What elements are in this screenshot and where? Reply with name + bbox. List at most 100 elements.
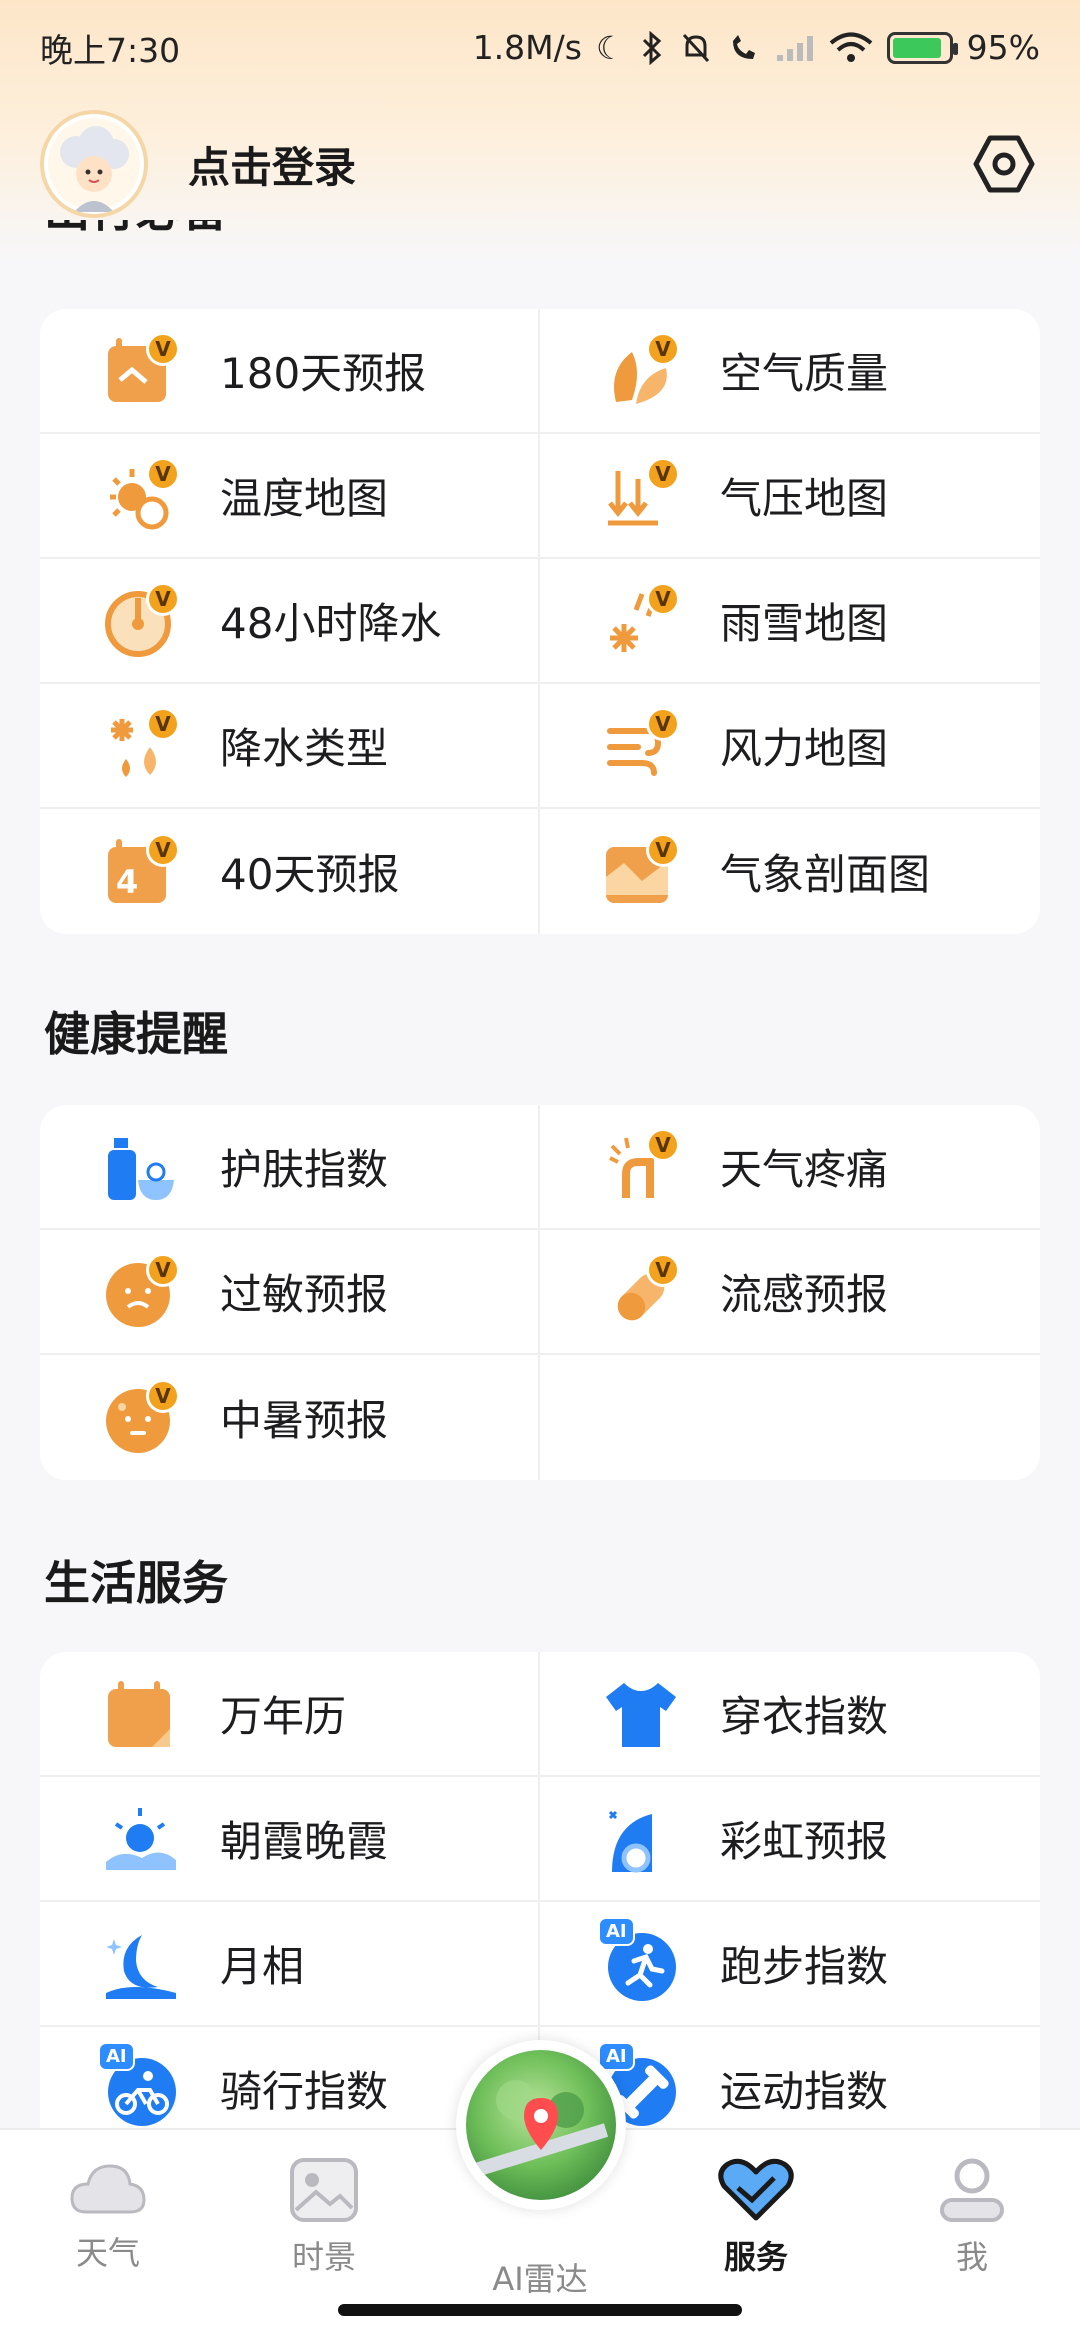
joint-pain-icon: V (602, 1127, 680, 1206)
item-label: 彩虹预报 (720, 1817, 889, 1866)
item-label: 48小时降水 (220, 599, 442, 648)
pressure-map-icon: V (602, 456, 680, 535)
calendar-180-icon: V (102, 331, 180, 410)
precipitation-type-icon: V (102, 706, 180, 785)
item-label: 温度地图 (220, 474, 389, 523)
service-item-calendar[interactable]: 万年历 (40, 1652, 540, 1777)
nav-weather[interactable]: 天气 (28, 2156, 188, 2274)
status-time: 晚上7:30 (40, 30, 181, 70)
item-label: 40天预报 (220, 850, 400, 899)
rain-snow-map-icon: V (602, 581, 680, 660)
service-item-48h-precipitation[interactable]: V 48小时降水 (40, 559, 540, 684)
service-item-180-forecast[interactable]: V 180天预报 (40, 309, 540, 434)
calendar-icon (102, 1675, 180, 1753)
item-label: 朝霞晚霞 (220, 1817, 389, 1866)
nav-label: AI雷达 (492, 2260, 588, 2298)
heatstroke-icon: V (102, 1378, 180, 1457)
item-label: 天气疼痛 (720, 1145, 889, 1194)
skincare-icon (102, 1128, 180, 1206)
moon-icon: ☾ (595, 28, 625, 67)
item-label: 降水类型 (220, 724, 389, 773)
vip-badge: V (646, 1252, 680, 1287)
health-card: 护肤指数 V 天气疼痛 V 过敏预报 V 流感预报 V 中暑预报 (40, 1105, 1040, 1480)
weather-profile-icon: V (602, 832, 680, 911)
nav-me[interactable]: 我 (892, 2156, 1052, 2278)
calendar-40-icon: 4 V (102, 832, 180, 911)
item-label: 护肤指数 (220, 1145, 389, 1194)
ai-badge: AI (98, 2041, 135, 2071)
service-item-clothing[interactable]: 穿衣指数 (540, 1652, 1040, 1777)
user-icon (940, 2158, 1004, 2222)
vip-badge: V (646, 331, 680, 366)
avatar[interactable] (40, 110, 148, 218)
service-item-pressure-map[interactable]: V 气压地图 (540, 434, 1040, 559)
service-item-allergy[interactable]: V 过敏预报 (40, 1230, 540, 1355)
home-indicator[interactable] (338, 2304, 742, 2316)
moon-icon (102, 1925, 180, 2003)
section-title-life: 生活服务 (44, 1556, 228, 1610)
service-item-sunrise-glow[interactable]: 朝霞晚霞 (40, 1777, 540, 1902)
nav-label: 我 (955, 2238, 988, 2276)
item-label: 流感预报 (720, 1270, 889, 1319)
service-item-temperature-map[interactable]: V 温度地图 (40, 434, 540, 559)
item-label: 180天预报 (220, 349, 427, 398)
item-label: 气象剖面图 (720, 850, 931, 899)
service-item-flu[interactable]: V 流感预报 (540, 1230, 1040, 1355)
item-label: 过敏预报 (220, 1270, 389, 1319)
vip-badge: V (646, 581, 680, 616)
empty-cell (540, 1355, 1040, 1480)
photo-icon (290, 2158, 358, 2222)
vip-badge: V (146, 832, 180, 867)
service-item-moon-phase[interactable]: 月相 (40, 1902, 540, 2027)
mute-bell-icon (682, 33, 709, 62)
section-title-travel: 出行必备 (44, 220, 228, 240)
service-item-weather-pain[interactable]: V 天气疼痛 (540, 1105, 1040, 1230)
nav-service[interactable]: 服务 (676, 2156, 836, 2278)
settings-hex-icon (973, 135, 1035, 193)
item-label: 万年历 (220, 1692, 347, 1741)
item-label: 风力地图 (720, 724, 889, 773)
vip-badge: V (146, 706, 180, 741)
service-item-skincare[interactable]: 护肤指数 (40, 1105, 540, 1230)
wifi-icon (829, 32, 872, 62)
service-item-wind-map[interactable]: V 风力地图 (540, 684, 1040, 809)
item-label: 跑步指数 (720, 1942, 889, 1991)
nav-ai-radar[interactable]: AI雷达 (460, 2254, 620, 2300)
login-button[interactable]: 点击登录 (188, 134, 356, 195)
heart-service-icon (718, 2158, 794, 2221)
section-title-health: 健康提醒 (44, 1007, 228, 1061)
vip-badge: V (146, 456, 180, 491)
service-content[interactable]: 出行必备 V 180天预报 V 空气质量 V (0, 220, 1080, 2130)
cloud-icon (70, 2164, 146, 2214)
vip-badge: V (646, 456, 680, 491)
item-label: 中暑预报 (220, 1396, 389, 1445)
service-item-running[interactable]: AI 跑步指数 (540, 1902, 1040, 2027)
battery-icon (886, 31, 958, 64)
service-item-heatstroke[interactable]: V 中暑预报 (40, 1355, 540, 1480)
item-label: 月相 (220, 1942, 305, 1991)
service-item-40-forecast[interactable]: 4 V 40天预报 (40, 809, 540, 934)
item-label: 空气质量 (720, 349, 889, 398)
call-off-icon (732, 34, 755, 59)
item-label: 穿衣指数 (720, 1692, 889, 1741)
service-item-rainbow[interactable]: 彩虹预报 (540, 1777, 1040, 1902)
avatar-cloud-icon (48, 118, 140, 212)
service-item-rain-snow-map[interactable]: V 雨雪地图 (540, 559, 1040, 684)
vip-badge: V (146, 1252, 180, 1287)
signal-icon (776, 35, 813, 61)
settings-button[interactable] (968, 128, 1040, 200)
precipitation-48h-icon: V (102, 581, 180, 660)
service-item-weather-profile[interactable]: V 气象剖面图 (540, 809, 1040, 934)
ai-radar-button[interactable] (456, 2040, 626, 2210)
vip-badge: V (146, 581, 180, 616)
running-icon: AI (598, 1916, 680, 2003)
allergy-icon: V (102, 1252, 180, 1331)
ai-badge: AI (598, 2041, 635, 2071)
status-icons: 1.8M/s ☾ 95% (473, 28, 1040, 67)
service-item-air-quality[interactable]: V 空气质量 (540, 309, 1040, 434)
cycling-icon: AI (98, 2041, 180, 2128)
service-item-precipitation-type[interactable]: V 降水类型 (40, 684, 540, 809)
nav-label: 服务 (723, 2238, 788, 2276)
nav-scenery[interactable]: 时景 (244, 2156, 404, 2278)
nav-label: 天气 (75, 2234, 140, 2272)
